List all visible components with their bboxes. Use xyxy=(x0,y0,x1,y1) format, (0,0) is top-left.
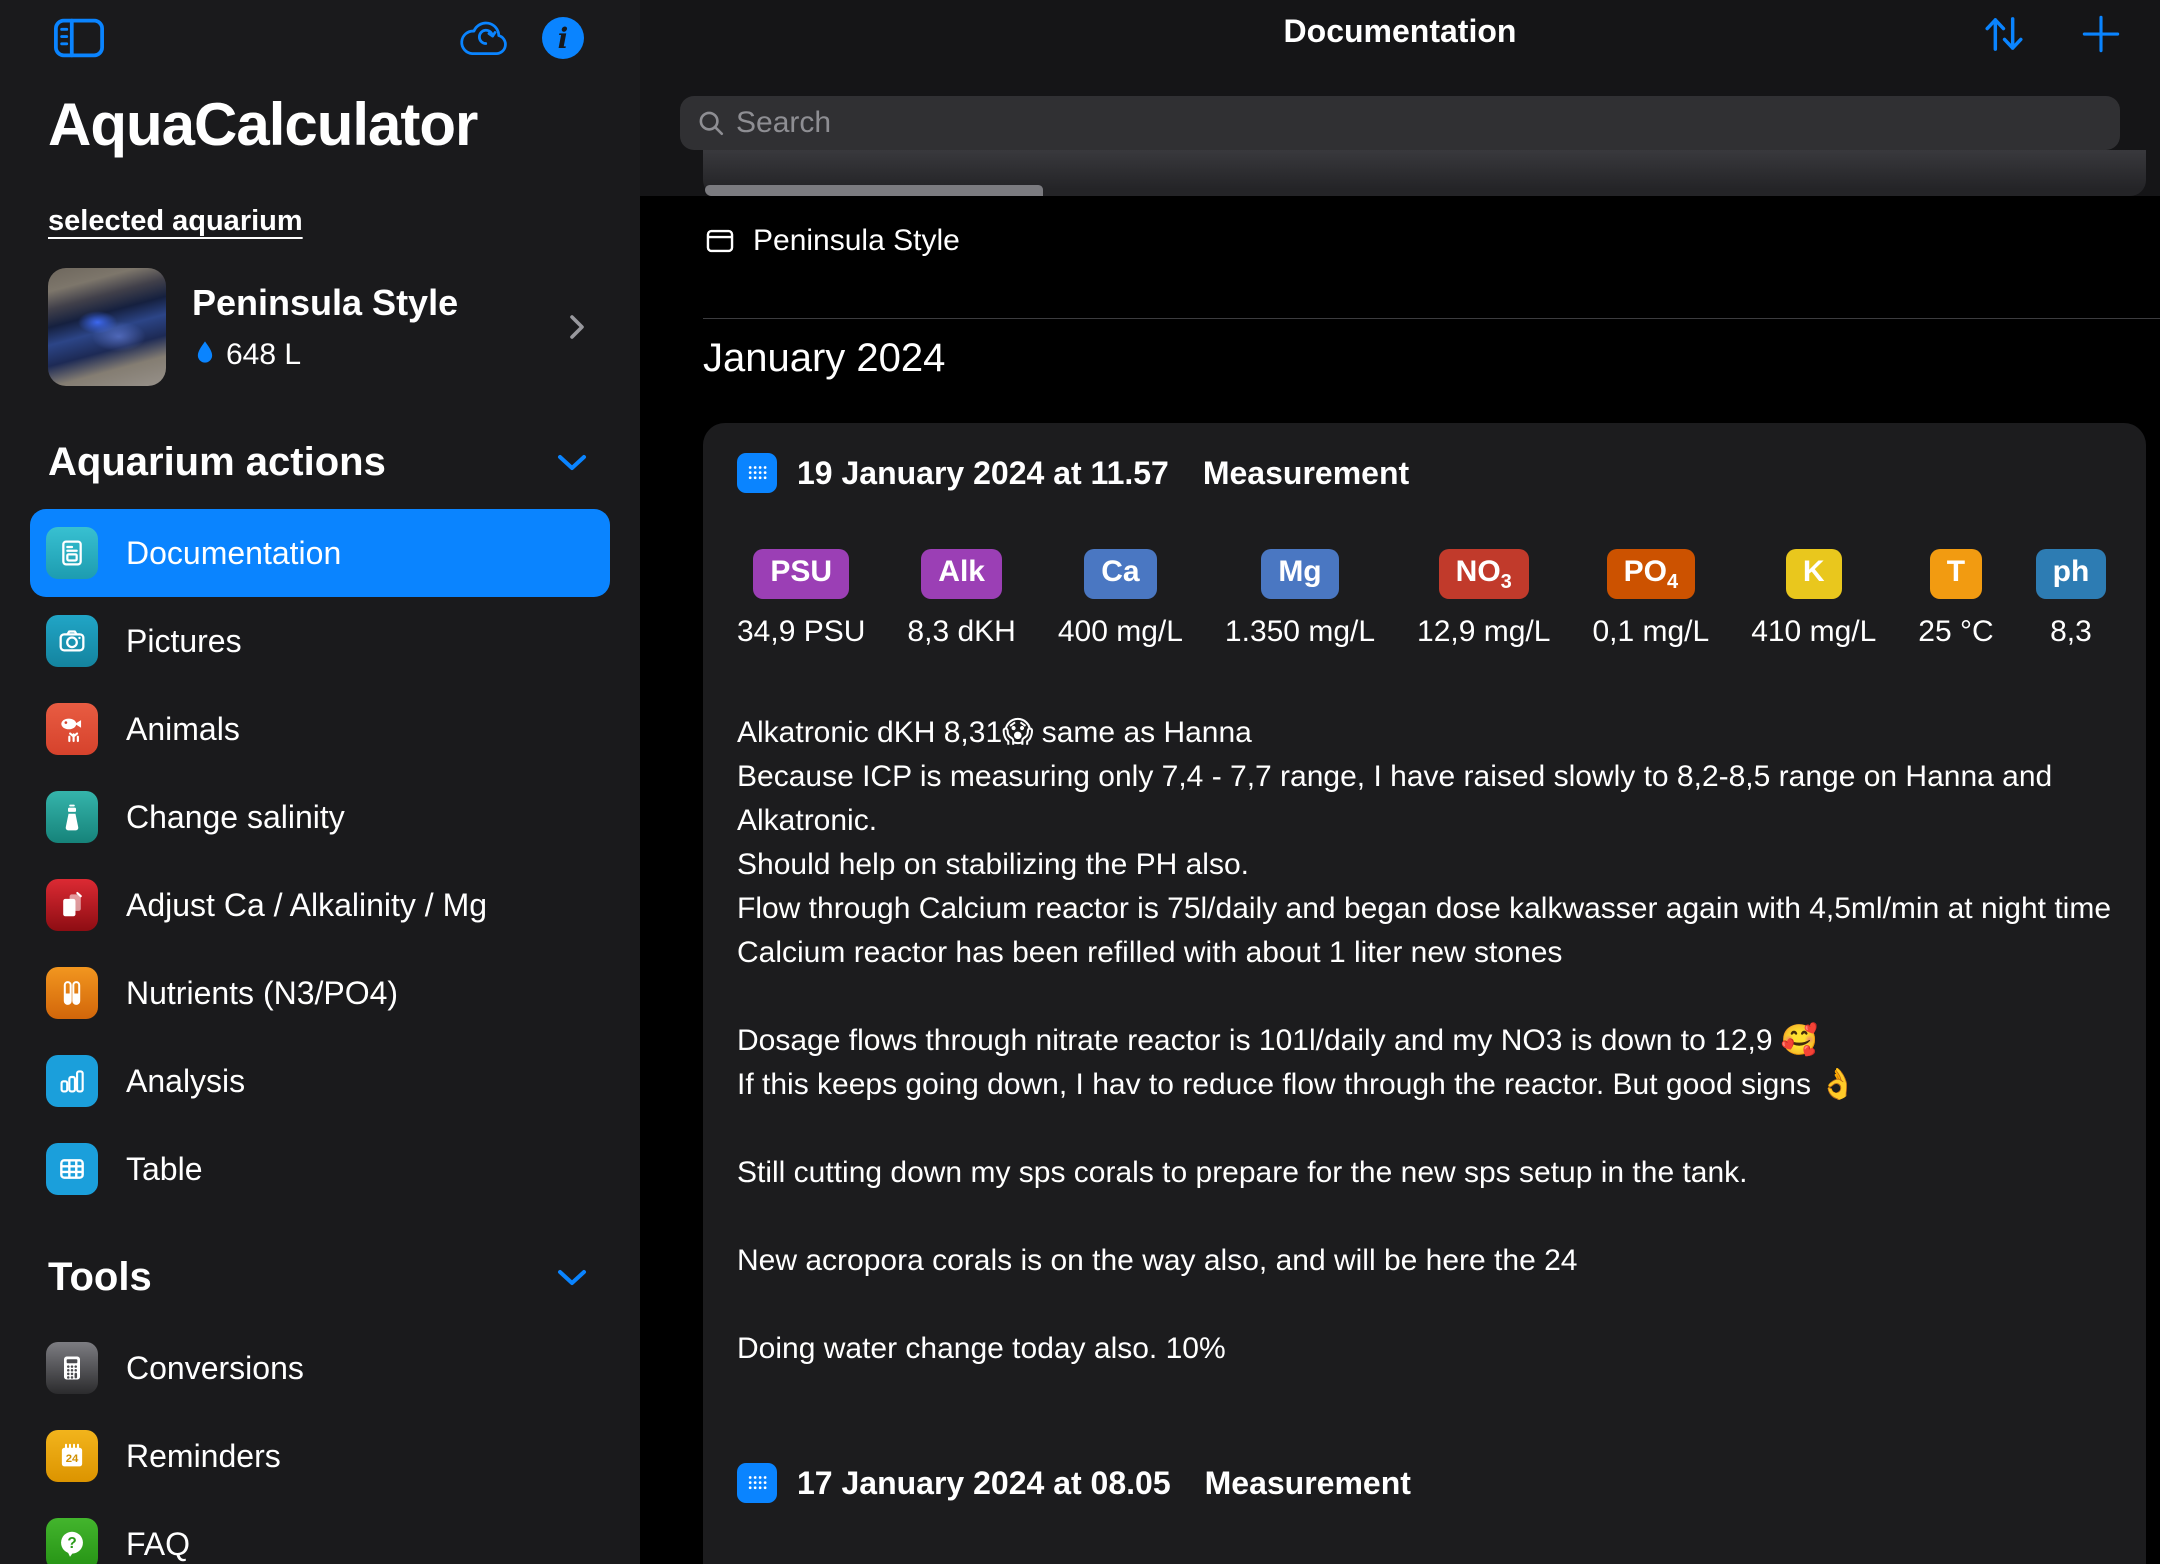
camera-icon xyxy=(56,625,88,657)
sidebar-item-label: Pictures xyxy=(126,623,242,660)
chevron-down-icon xyxy=(554,1266,590,1290)
sidebar-item-change-salinity[interactable]: Change salinity xyxy=(30,773,610,861)
calendar-icon xyxy=(737,453,777,493)
calendar-24-icon: 24 xyxy=(56,1440,88,1472)
measurement-no3: NO3 12,9 mg/L xyxy=(1417,549,1550,649)
aquarium-thumbnail xyxy=(48,268,166,386)
sidebar-item-conversions[interactable]: Conversions xyxy=(30,1324,610,1412)
divider xyxy=(703,318,2160,319)
sidebar-item-animals[interactable]: Animals xyxy=(30,685,610,773)
entry-date: 17 January 2024 at 08.05 xyxy=(797,1465,1171,1502)
sidebar: i AquaCalculator selected aquarium Penin… xyxy=(0,0,640,1564)
main-content: Documentation xyxy=(640,0,2160,1564)
scrolled-cell-highlight xyxy=(705,185,1043,196)
sidebar-item-analysis[interactable]: Analysis xyxy=(30,1037,610,1125)
info-icon[interactable]: i xyxy=(542,17,584,59)
measurement-psu: PSU 34,9 PSU xyxy=(737,549,865,649)
sidebar-item-faq[interactable]: ? FAQ xyxy=(30,1500,610,1564)
selected-aquarium-row[interactable]: Peninsula Style 648 L xyxy=(48,268,590,386)
aquarium-name: Peninsula Style xyxy=(192,282,564,324)
sort-icon[interactable] xyxy=(1978,8,2030,60)
aquarium-volume: 648 L xyxy=(226,338,301,372)
page-title: Documentation xyxy=(640,13,2160,50)
measurement-k: K 410 mg/L xyxy=(1751,549,1876,649)
test-tubes-icon xyxy=(56,977,88,1009)
measurement-po4: PO4 0,1 mg/L xyxy=(1592,549,1709,649)
window-icon xyxy=(703,224,737,258)
droplet-icon xyxy=(192,339,218,371)
entry-date: 19 January 2024 at 11.57 xyxy=(797,455,1169,492)
measurement-ph: ph 8,3 xyxy=(2036,549,2107,649)
sidebar-item-label: Animals xyxy=(126,711,240,748)
scrolled-cell-fragment xyxy=(703,150,2146,196)
selected-aquarium-label: selected aquarium xyxy=(48,205,590,238)
entry-19-jan[interactable]: 19 January 2024 at 11.57 Measurement xyxy=(737,453,2112,493)
entry-kind: Measurement xyxy=(1203,455,1409,492)
aquarium-filter-chip: Peninsula Style xyxy=(703,224,960,258)
sidebar-item-label: Analysis xyxy=(126,1063,245,1100)
search-bar[interactable] xyxy=(680,96,2120,150)
sidebar-item-label: Conversions xyxy=(126,1350,304,1387)
sidebar-item-label: Nutrients (N3/PO4) xyxy=(126,975,398,1012)
search-icon xyxy=(696,108,726,138)
measurement-mg: Mg 1.350 mg/L xyxy=(1225,549,1375,649)
measurement-alk: Alk 8,3 dKH xyxy=(907,549,1015,649)
entry-note: Alkatronic dKH 8,31😱 same as Hanna Becau… xyxy=(737,711,2112,1371)
aquarium-chip-label: Peninsula Style xyxy=(753,224,960,258)
canisters-icon xyxy=(56,889,88,921)
sidebar-item-reminders[interactable]: 24 Reminders xyxy=(30,1412,610,1500)
sidebar-item-nutrients[interactable]: Nutrients (N3/PO4) xyxy=(30,949,610,1037)
measurement-t: T 25 °C xyxy=(1918,549,1993,649)
calendar-icon xyxy=(737,1463,777,1503)
question-icon: ? xyxy=(56,1528,88,1560)
add-entry-button[interactable] xyxy=(2076,9,2126,59)
sidebar-item-pictures[interactable]: Pictures xyxy=(30,597,610,685)
document-icon xyxy=(56,537,88,569)
month-header: January 2024 xyxy=(703,336,945,381)
cloud-sync-icon[interactable] xyxy=(454,15,516,61)
sidebar-item-label: Table xyxy=(126,1151,203,1188)
chevron-right-icon xyxy=(564,310,590,344)
sidebar-item-label: Change salinity xyxy=(126,799,345,836)
table-icon xyxy=(56,1153,88,1185)
svg-text:24: 24 xyxy=(66,1453,79,1465)
svg-text:?: ? xyxy=(67,1535,76,1552)
section-title: Tools xyxy=(48,1255,152,1300)
sidebar-item-label: FAQ xyxy=(126,1526,190,1563)
sidebar-item-label: Reminders xyxy=(126,1438,281,1475)
measurement-ca: Ca 400 mg/L xyxy=(1058,549,1183,649)
chevron-down-icon xyxy=(554,451,590,475)
entry-kind: Measurement xyxy=(1205,1465,1411,1502)
entries-card: 19 January 2024 at 11.57 Measurement PSU… xyxy=(703,423,2146,1564)
nav-bar: Documentation xyxy=(640,0,2160,196)
calculator-icon xyxy=(56,1352,88,1384)
section-tools[interactable]: Tools xyxy=(48,1255,590,1300)
sidebar-item-label: Adjust Ca / Alkalinity / Mg xyxy=(126,887,487,924)
fish-coral-icon xyxy=(56,713,88,745)
salt-shaker-icon xyxy=(56,801,88,833)
section-title: Aquarium actions xyxy=(48,440,386,485)
sidebar-item-label: Documentation xyxy=(126,535,341,572)
sidebar-item-adjust-ca-alk-mg[interactable]: Adjust Ca / Alkalinity / Mg xyxy=(30,861,610,949)
sidebar-toggle-icon[interactable] xyxy=(53,17,105,59)
app-title: AquaCalculator xyxy=(48,90,590,159)
measurements-row: PSU 34,9 PSU Alk 8,3 dKH Ca 400 mg/L Mg … xyxy=(737,549,2112,649)
section-aquarium-actions[interactable]: Aquarium actions xyxy=(48,440,590,485)
search-input[interactable] xyxy=(736,106,2104,140)
entry-17-jan[interactable]: 17 January 2024 at 08.05 Measurement xyxy=(737,1463,2112,1503)
sidebar-item-table[interactable]: Table xyxy=(30,1125,610,1213)
sidebar-item-documentation[interactable]: Documentation xyxy=(30,509,610,597)
bar-chart-icon xyxy=(56,1065,88,1097)
